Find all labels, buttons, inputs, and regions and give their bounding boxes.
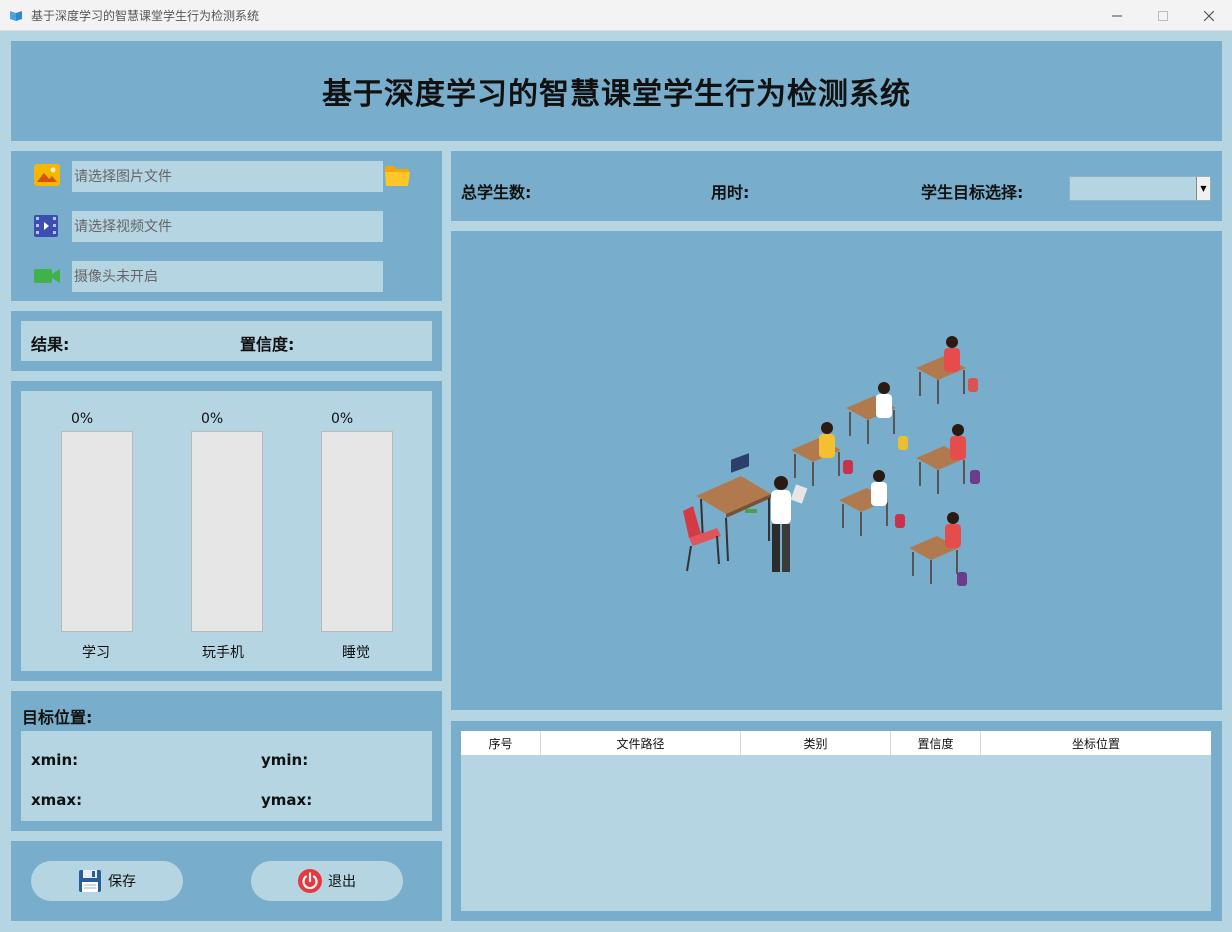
app-icon xyxy=(10,11,22,21)
video-icon[interactable] xyxy=(34,215,58,237)
video-path-input[interactable] xyxy=(72,211,383,242)
target-position-title: 目标位置: xyxy=(22,708,93,727)
save-button[interactable]: 保存 xyxy=(31,861,183,901)
result-label: 结果: xyxy=(31,335,70,354)
close-button[interactable] xyxy=(1186,0,1232,31)
maximize-icon xyxy=(1158,10,1168,21)
power-icon xyxy=(298,869,322,893)
window-title: 基于深度学习的智慧课堂学生行为检测系统 xyxy=(31,9,260,23)
image-path-field[interactable] xyxy=(72,161,383,192)
camera-status-field[interactable] xyxy=(72,261,383,292)
behavior-chart: 0% 学习 0% 玩手机 0% 睡觉 xyxy=(21,391,432,671)
minimize-icon xyxy=(1112,15,1122,16)
folder-open-icon[interactable] xyxy=(384,165,411,187)
window-titlebar: 基于深度学习的智慧课堂学生行为检测系统 xyxy=(0,0,1232,31)
student-desks xyxy=(791,336,980,586)
source-panel xyxy=(11,151,442,301)
bar-phone-percent: 0% xyxy=(201,411,224,427)
bar-study-track xyxy=(61,431,133,632)
exit-button[interactable]: 退出 xyxy=(251,861,403,901)
close-icon xyxy=(1204,10,1214,21)
column-header-file-path[interactable]: 文件路径 xyxy=(541,731,741,755)
bar-sleep-track xyxy=(321,431,393,632)
bar-phone-track xyxy=(191,431,263,632)
classroom-illustration xyxy=(683,336,980,586)
target-position-box: xmin: ymin: xmax: ymax: xyxy=(21,731,432,821)
target-position-panel: 目标位置: xmin: ymin: xmax: ymax: xyxy=(11,691,442,831)
save-label: 保存 xyxy=(108,874,136,890)
video-path-field[interactable] xyxy=(72,211,383,242)
target-select[interactable]: ▼ xyxy=(1069,176,1211,201)
bar-sleep-percent: 0% xyxy=(331,411,354,427)
results-table: 序号 文件路径 类别 置信度 坐标位置 xyxy=(461,731,1211,911)
teacher-desk-group xyxy=(696,453,771,562)
column-header-confidence[interactable]: 置信度 xyxy=(891,731,981,755)
column-header-coordinates[interactable]: 坐标位置 xyxy=(981,731,1211,755)
column-header-index[interactable]: 序号 xyxy=(461,731,541,755)
result-box: 结果: 置信度: xyxy=(21,321,432,361)
camera-icon[interactable] xyxy=(34,268,60,284)
confidence-label: 置信度: xyxy=(240,335,295,354)
bar-phone-label: 玩手机 xyxy=(202,645,244,661)
page-title: 基于深度学习的智慧课堂学生行为检测系统 xyxy=(322,77,911,112)
xmin-label: xmin: xyxy=(31,751,79,769)
total-students-label: 总学生数: xyxy=(461,183,532,202)
display-panel xyxy=(451,231,1222,710)
chevron-down-icon: ▼ xyxy=(1200,184,1207,193)
image-icon[interactable] xyxy=(34,164,60,186)
camera-status-input[interactable] xyxy=(72,261,383,292)
results-table-panel: 序号 文件路径 类别 置信度 坐标位置 xyxy=(451,721,1222,921)
behavior-chart-panel: 0% 学习 0% 玩手机 0% 睡觉 xyxy=(11,381,442,681)
bar-sleep: 0% 睡觉 xyxy=(321,391,393,671)
ymin-label: ymin: xyxy=(261,751,309,769)
table-header: 序号 文件路径 类别 置信度 坐标位置 xyxy=(461,731,1211,755)
ymax-label: ymax: xyxy=(261,791,313,809)
bar-study: 0% 学习 xyxy=(61,391,133,671)
image-path-input[interactable] xyxy=(72,161,383,192)
save-icon xyxy=(79,870,101,892)
header-panel: 基于深度学习的智慧课堂学生行为检测系统 xyxy=(11,41,1222,141)
exit-label: 退出 xyxy=(328,874,356,890)
time-used-label: 用时: xyxy=(711,183,750,202)
teacher-figure xyxy=(771,476,808,572)
result-panel: 结果: 置信度: xyxy=(11,311,442,371)
target-select-label: 学生目标选择: xyxy=(921,183,1024,202)
bar-sleep-label: 睡觉 xyxy=(342,645,370,661)
target-select-dropdown[interactable]: ▼ xyxy=(1196,177,1210,200)
minimize-button[interactable] xyxy=(1094,0,1140,31)
column-header-class[interactable]: 类别 xyxy=(741,731,891,755)
bar-phone: 0% 玩手机 xyxy=(191,391,263,671)
bar-study-label: 学习 xyxy=(82,645,110,661)
maximize-button[interactable] xyxy=(1140,0,1186,31)
bar-study-percent: 0% xyxy=(71,411,94,427)
stats-panel: 总学生数: 用时: 学生目标选择: ▼ xyxy=(451,151,1222,221)
xmax-label: xmax: xyxy=(31,791,83,809)
actions-panel: 保存 退出 xyxy=(11,841,442,921)
